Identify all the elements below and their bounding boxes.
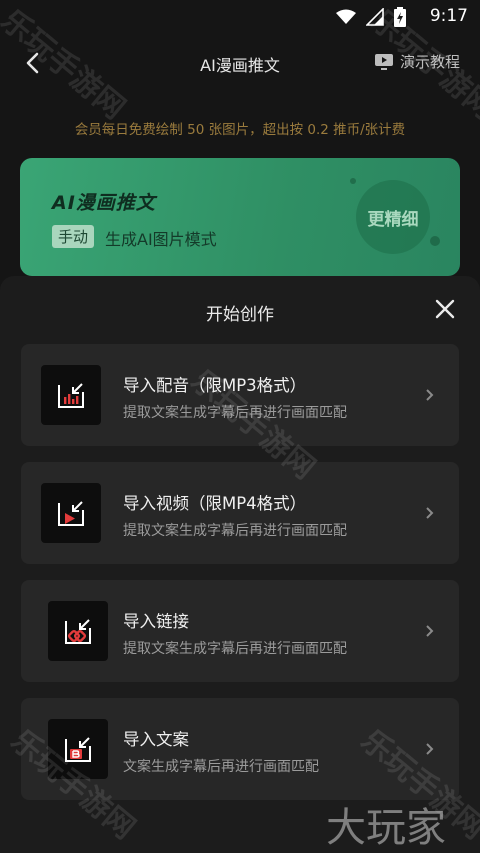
chevron-right-icon	[426, 625, 434, 637]
text-import-icon	[48, 719, 108, 779]
link-import-icon	[48, 601, 108, 661]
item-title: 导入视频（限MP4格式）	[123, 494, 307, 513]
banner-badge: 更精细	[356, 180, 430, 254]
item-subtitle: 提取文案生成字幕后再进行画面匹配	[123, 523, 347, 539]
demo-tutorial-button[interactable]: 演示教程	[374, 51, 460, 72]
chevron-right-icon	[426, 743, 434, 755]
video-import-icon	[41, 483, 101, 543]
wifi-icon	[336, 9, 356, 24]
banner-description: 生成AI图片模式	[105, 230, 217, 249]
item-title: 导入链接	[123, 612, 189, 631]
import-video-item[interactable]: 导入视频（限MP4格式） 提取文案生成字幕后再进行画面匹配	[21, 462, 459, 564]
chevron-right-icon	[426, 389, 434, 401]
audio-import-icon	[41, 365, 101, 425]
banner-title: AI漫画推文	[52, 192, 156, 214]
item-title: 导入配音（限MP3格式）	[123, 376, 307, 395]
sheet-title: 开始创作	[206, 305, 274, 325]
import-link-item[interactable]: 导入链接 提取文案生成字幕后再进行画面匹配	[21, 580, 459, 682]
item-title: 导入文案	[123, 730, 189, 749]
membership-notice: 会员每日免费绘制 50 张图片，超出按 0.2 推币/张计费	[74, 122, 406, 138]
import-audio-item[interactable]: 导入配音（限MP3格式） 提取文案生成字幕后再进行画面匹配	[21, 344, 459, 446]
import-text-item[interactable]: 导入文案 文案生成字幕后再进行画面匹配	[21, 698, 459, 800]
status-bar: 9:17	[0, 0, 480, 34]
banner-tag: 手动	[52, 225, 95, 248]
close-icon[interactable]	[434, 298, 456, 320]
status-time: 9:17	[429, 6, 468, 26]
video-tutorial-icon	[374, 53, 393, 70]
demo-tutorial-label: 演示教程	[399, 53, 460, 71]
item-subtitle: 文案生成字幕后再进行画面匹配	[123, 759, 319, 775]
brand-watermark: 大玩家	[326, 805, 446, 851]
battery-icon	[394, 7, 406, 27]
mode-banner[interactable]: AI漫画推文 手动 生成AI图片模式 更精细	[20, 158, 460, 276]
app-header: AI漫画推文 演示教程	[0, 38, 480, 90]
item-subtitle: 提取文案生成字幕后再进行画面匹配	[123, 641, 347, 657]
item-subtitle: 提取文案生成字幕后再进行画面匹配	[123, 405, 347, 421]
start-creation-sheet: 开始创作 导入配音（限MP3格式） 提取文案生成字幕后再进行画面匹配 导入视频（…	[0, 276, 480, 853]
chevron-right-icon	[426, 507, 434, 519]
signal-icon	[366, 8, 384, 26]
